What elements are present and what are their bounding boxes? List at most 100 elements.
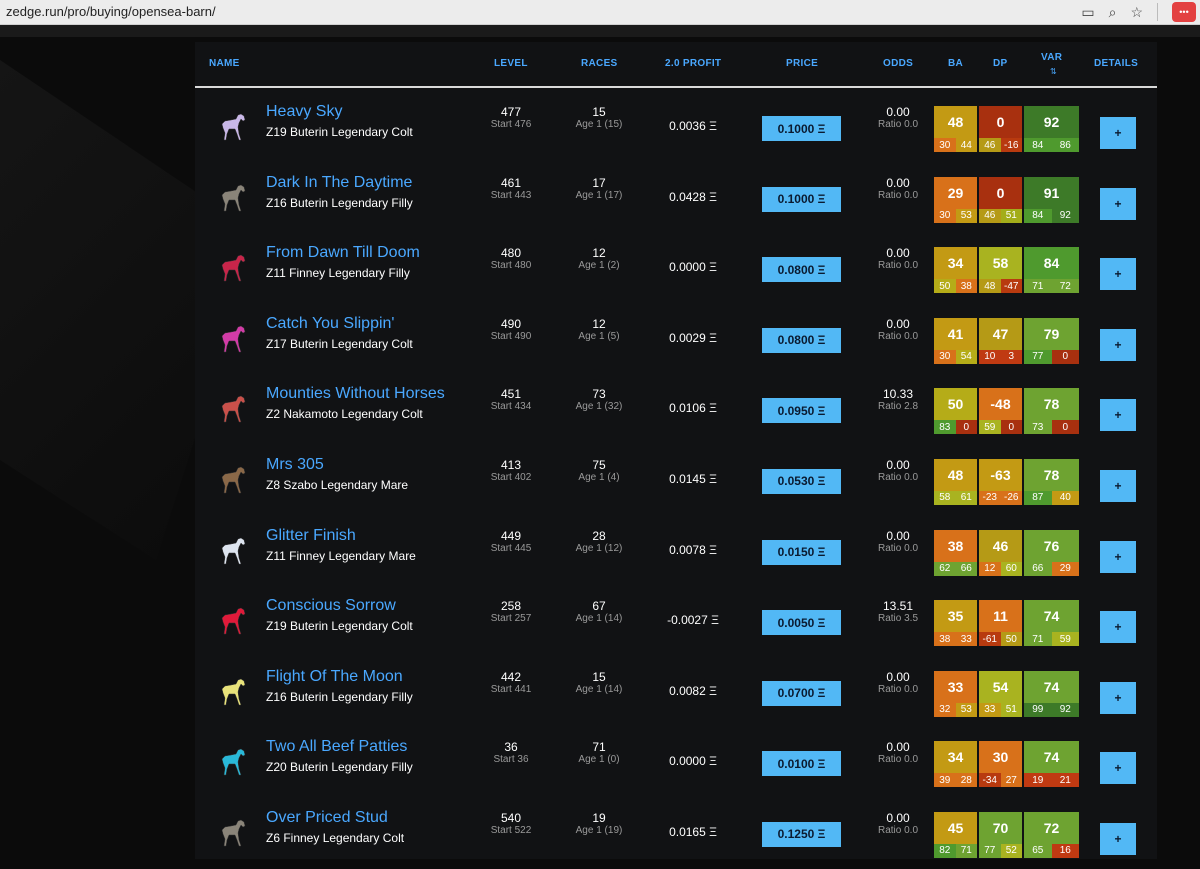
details-button[interactable]: + bbox=[1100, 681, 1136, 714]
details-button[interactable]: + bbox=[1100, 328, 1136, 361]
price-button[interactable]: 0.0100 Ξ bbox=[762, 751, 841, 777]
extension-icon[interactable]: ••• bbox=[1172, 2, 1196, 22]
dp-stat: -63 -23 -26 bbox=[979, 458, 1022, 505]
price-button[interactable]: 0.1250 Ξ bbox=[762, 821, 841, 847]
profit-value: 0.0165 Ξ bbox=[669, 824, 717, 839]
dp-breakdown: 10 3 bbox=[979, 349, 1022, 364]
horse-name-link[interactable]: Heavy Sky bbox=[266, 103, 342, 121]
table-row[interactable]: Mrs 305 Z8 Szabo Legendary Mare 413 Start 4… bbox=[195, 445, 1157, 516]
details-button[interactable]: + bbox=[1100, 469, 1136, 502]
horse-name-link[interactable]: Over Priced Stud bbox=[266, 809, 388, 827]
table-row[interactable]: Mounties Without Horses Z2 Nakamoto Legen… bbox=[195, 374, 1157, 445]
races-count: 28 bbox=[592, 528, 606, 543]
horse-avatar-icon bbox=[217, 534, 249, 566]
table-row[interactable]: Heavy Sky Z19 Buterin Legendary Colt 477 St… bbox=[195, 92, 1157, 163]
odds-cell: 0.00 Ratio 0.0 bbox=[859, 798, 937, 836]
price-button[interactable]: 0.0800 Ξ bbox=[762, 327, 841, 353]
var-breakdown: 84 86 bbox=[1024, 138, 1079, 152]
table-row[interactable]: Over Priced Stud Z6 Finney Legendary Colt… bbox=[195, 798, 1157, 869]
var-sub-b: 29 bbox=[1051, 561, 1079, 576]
table-row[interactable]: Glitter Finish Z11 Finney Legendary Mare 4… bbox=[195, 516, 1157, 587]
details-button[interactable]: + bbox=[1100, 117, 1136, 149]
horse-name-link[interactable]: Two All Beef Patties bbox=[266, 738, 407, 756]
details-button[interactable]: + bbox=[1100, 540, 1136, 573]
horse-name-link[interactable]: Mrs 305 bbox=[266, 456, 324, 474]
price-button[interactable]: 0.0530 Ξ bbox=[762, 468, 841, 494]
header-dp[interactable]: DP bbox=[993, 58, 1008, 69]
dp-breakdown: 46 51 bbox=[979, 208, 1022, 223]
horse-name-link[interactable]: Mounties Without Horses bbox=[266, 385, 445, 403]
url-text[interactable]: zedge.run/pro/buying/opensea-barn/ bbox=[6, 4, 216, 19]
table-row[interactable]: From Dawn Till Doom Z11 Finney Legendary … bbox=[195, 233, 1157, 304]
price-button[interactable]: 0.1000 Ξ bbox=[762, 186, 841, 212]
dp-breakdown: -34 27 bbox=[979, 773, 1022, 788]
details-button[interactable]: + bbox=[1100, 399, 1136, 432]
price-button[interactable]: 0.0150 Ξ bbox=[762, 539, 841, 565]
horse-name-link[interactable]: From Dawn Till Doom bbox=[266, 244, 420, 262]
header-races[interactable]: RACES bbox=[581, 58, 618, 69]
details-button[interactable]: + bbox=[1100, 822, 1136, 855]
odds-ratio: Ratio 3.5 bbox=[877, 613, 919, 625]
horse-name-link[interactable]: Dark In The Daytime bbox=[266, 174, 412, 192]
races-cell: 15 Age 1 (14) bbox=[559, 657, 639, 695]
details-button[interactable]: + bbox=[1100, 258, 1136, 291]
dp-stat: 11 -61 50 bbox=[979, 600, 1022, 647]
cast-icon[interactable]: ▭ bbox=[1081, 4, 1094, 21]
horse-name-link[interactable]: Catch You Slippin' bbox=[266, 315, 394, 333]
header-odds[interactable]: ODDS bbox=[883, 58, 913, 69]
horse-name-link[interactable]: Flight Of The Moon bbox=[266, 668, 403, 686]
level-value: 540 bbox=[500, 810, 522, 825]
ba-breakdown: 32 53 bbox=[934, 702, 977, 717]
table-row[interactable]: Flight Of The Moon Z16 Buterin Legendary … bbox=[195, 657, 1157, 728]
header-profit[interactable]: 2.0 PROFIT bbox=[665, 58, 721, 69]
header-level[interactable]: LEVEL bbox=[494, 58, 528, 69]
details-button[interactable]: + bbox=[1100, 611, 1136, 644]
var-sub-b: 59 bbox=[1051, 632, 1079, 647]
races-age: Age 1 (5) bbox=[578, 330, 620, 342]
ba-breakdown: 50 38 bbox=[934, 279, 977, 294]
dp-sub-b: 51 bbox=[1000, 702, 1022, 717]
ba-sub-b: 71 bbox=[955, 843, 977, 858]
dp-stat: 54 33 51 bbox=[979, 670, 1022, 717]
var-stat: 72 65 16 bbox=[1024, 811, 1079, 858]
details-button[interactable]: + bbox=[1100, 752, 1136, 785]
browser-address-bar[interactable]: zedge.run/pro/buying/opensea-barn/ ▭ ⌕ ☆… bbox=[0, 0, 1200, 25]
price-button[interactable]: 0.0800 Ξ bbox=[762, 257, 841, 283]
odds-ratio: Ratio 0.0 bbox=[877, 260, 919, 272]
header-ba[interactable]: BA bbox=[948, 58, 963, 69]
level-start: Start 36 bbox=[493, 754, 529, 766]
horse-name-link[interactable]: Glitter Finish bbox=[266, 527, 356, 545]
level-start: Start 441 bbox=[490, 683, 532, 695]
ba-stat: 34 50 38 bbox=[934, 247, 977, 294]
ba-sub-a: 83 bbox=[934, 420, 956, 435]
price-button[interactable]: 0.0950 Ξ bbox=[762, 398, 841, 424]
table-row[interactable]: Two All Beef Patties Z20 Buterin Legendar… bbox=[195, 727, 1157, 798]
price-button[interactable]: 0.1000 Ξ bbox=[762, 116, 841, 141]
races-cell: 19 Age 1 (19) bbox=[559, 798, 639, 836]
horse-name-link[interactable]: Conscious Sorrow bbox=[266, 597, 396, 615]
table-row[interactable]: Catch You Slippin' Z17 Buterin Legendary … bbox=[195, 304, 1157, 375]
star-icon[interactable]: ☆ bbox=[1130, 4, 1143, 21]
profit-value: 0.0428 Ξ bbox=[669, 189, 717, 204]
level-start: Start 434 bbox=[490, 401, 532, 413]
odds-ratio: Ratio 0.0 bbox=[877, 330, 919, 342]
odds-value: 0.00 bbox=[886, 246, 910, 261]
price-button[interactable]: 0.0050 Ξ bbox=[762, 610, 841, 636]
details-button[interactable]: + bbox=[1100, 187, 1136, 220]
races-count: 71 bbox=[592, 740, 606, 755]
table-row[interactable]: Conscious Sorrow Z19 Buterin Legendary Co… bbox=[195, 586, 1157, 657]
header-details[interactable]: DETAILS bbox=[1094, 58, 1138, 69]
var-breakdown: 73 0 bbox=[1024, 420, 1079, 435]
price-button[interactable]: 0.0700 Ξ bbox=[762, 680, 841, 706]
header-var[interactable]: VAR bbox=[1041, 52, 1062, 63]
browser-toolbar: ▭ ⌕ ☆ ••• bbox=[1081, 0, 1196, 24]
header-name[interactable]: NAME bbox=[209, 58, 240, 69]
table-row[interactable]: Dark In The Daytime Z16 Buterin Legendary… bbox=[195, 163, 1157, 234]
level-start: Start 480 bbox=[490, 260, 532, 272]
odds-cell: 0.00 Ratio 0.0 bbox=[859, 657, 937, 695]
ba-value: 45 bbox=[934, 811, 977, 844]
header-price[interactable]: PRICE bbox=[786, 58, 818, 69]
dp-stat: 70 77 52 bbox=[979, 811, 1022, 858]
sort-desc-icon[interactable]: ⇅ bbox=[1050, 67, 1057, 76]
zoom-icon[interactable]: ⌕ bbox=[1109, 4, 1117, 21]
